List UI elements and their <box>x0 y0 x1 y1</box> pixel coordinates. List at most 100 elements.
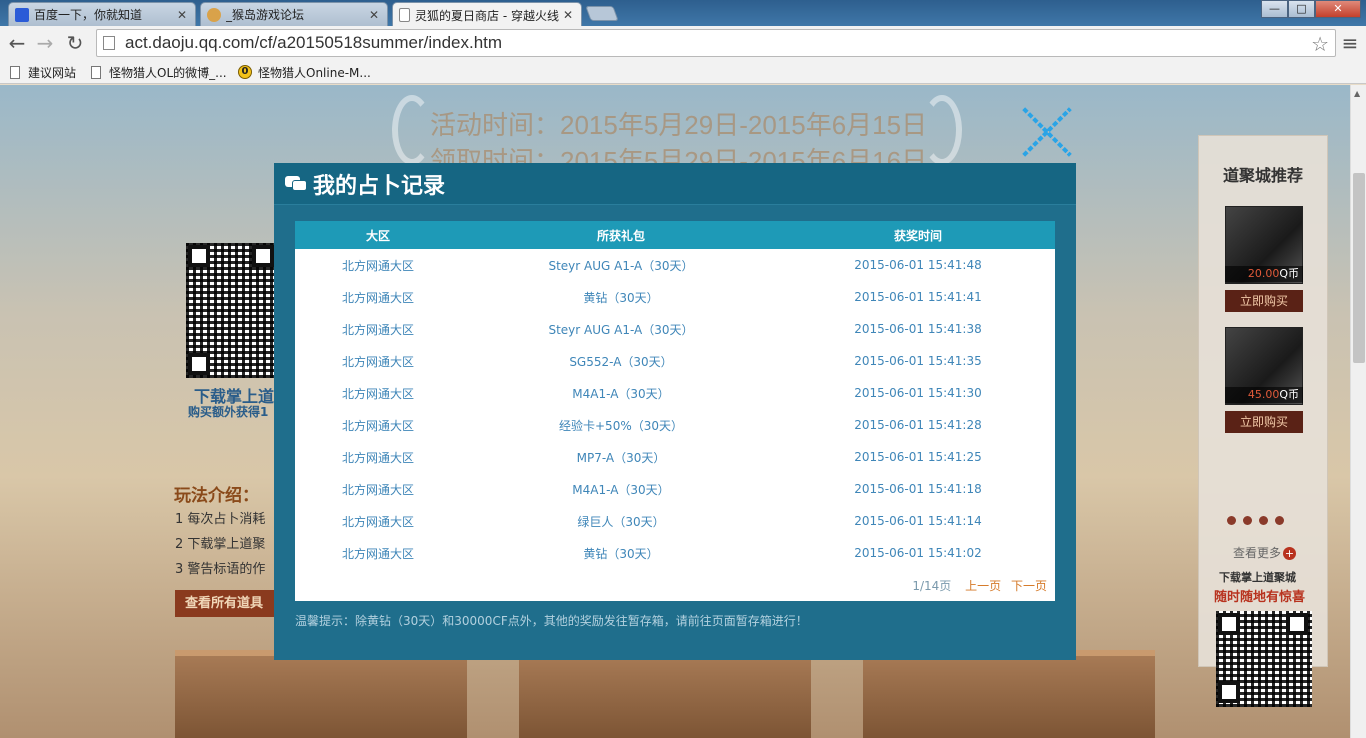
price-value: 20.00 <box>1247 267 1280 280</box>
cell-time: 2015-06-01 15:41:38 <box>854 322 982 336</box>
table-row: 北方网通大区 M4A1-A（30天） 2015-06-01 15:41:30 <box>295 377 1055 409</box>
laurel-right-decoration <box>922 95 962 165</box>
cell-prize: 黄钻（30天） <box>583 546 659 561</box>
sidebar-title: 道聚城推荐 <box>1223 166 1304 185</box>
cell-region: 北方网通大区 <box>341 450 414 465</box>
menu-icon[interactable]: ≡ <box>1340 30 1360 56</box>
cell-prize: 经验卡+50%（30天） <box>559 418 683 433</box>
address-bar[interactable]: act.daoju.qq.com/cf/a20150518summer/inde… <box>96 29 1336 57</box>
monkey-icon <box>207 7 221 22</box>
close-icon[interactable]: ✕ <box>175 8 189 22</box>
tab-strip: 百度一下，你就知道 ✕ _猴岛游戏论坛 ✕ 灵狐的夏日商店 - 穿越火线 ✕ —… <box>0 0 1366 27</box>
page-icon <box>10 65 20 79</box>
cell-prize: Steyr AUG A1-A（30天） <box>548 258 694 273</box>
cell-prize: 绿巨人（30天） <box>577 514 665 529</box>
tab-title: _猴岛游戏论坛 <box>226 8 305 22</box>
scroll-thumb[interactable] <box>1353 173 1365 363</box>
page-icon <box>103 36 115 50</box>
item-crate <box>519 650 811 738</box>
table-row: 北方网通大区 M4A1-A（30天） 2015-06-01 15:41:18 <box>295 473 1055 505</box>
dialog-header: 我的占卜记录 <box>274 163 1076 205</box>
tab-summer-shop[interactable]: 灵狐的夏日商店 - 穿越火线 ✕ <box>392 2 582 27</box>
tab-baidu[interactable]: 百度一下，你就知道 ✕ <box>8 2 196 26</box>
bookmark-label: 怪物猎人OL的微博_... <box>109 65 227 80</box>
cell-prize: SG552-A（30天） <box>569 354 673 369</box>
minimize-button[interactable]: — <box>1261 0 1288 18</box>
bookmark-label: 怪物猎人Online-M... <box>258 65 371 80</box>
cell-region: 北方网通大区 <box>341 354 414 369</box>
dialog-title: 我的占卜记录 <box>313 173 446 199</box>
tab-title: 百度一下，你就知道 <box>34 8 143 22</box>
cell-region: 北方网通大区 <box>341 322 414 337</box>
prev-page-link[interactable]: 上一页 <box>965 579 1001 593</box>
cell-prize: Steyr AUG A1-A（30天） <box>548 322 694 337</box>
price-unit: Q币 <box>1279 388 1299 401</box>
close-icon[interactable]: ✕ <box>367 8 381 22</box>
vertical-scrollbar[interactable]: ▲ <box>1350 85 1366 738</box>
plus-icon: + <box>1283 547 1297 560</box>
table-row: 北方网通大区 Steyr AUG A1-A（30天） 2015-06-01 15:4… <box>295 313 1055 345</box>
new-tab-button[interactable] <box>585 6 619 21</box>
buy-now-button[interactable]: 立即购买 <box>1225 411 1303 433</box>
cell-time: 2015-06-01 15:41:18 <box>854 482 982 496</box>
table-row: 北方网通大区 绿巨人（30天） 2015-06-01 15:41:14 <box>295 505 1055 537</box>
price-value: 45.00 <box>1247 388 1280 401</box>
item-crate <box>863 650 1155 738</box>
close-x-icon[interactable] <box>1018 103 1076 161</box>
page-viewport: 活动时间：2015年5月29日-2015年6月15日 领取时间：2015年5月2… <box>0 85 1350 738</box>
close-icon[interactable]: ✕ <box>561 8 575 22</box>
scroll-up-icon[interactable]: ▲ <box>1354 89 1360 98</box>
cell-prize: MP7-A（30天） <box>576 450 666 465</box>
carousel-dot[interactable] <box>1275 516 1284 525</box>
window-close-button[interactable]: ✕ <box>1315 0 1361 18</box>
see-more-link[interactable]: 查看更多 + <box>1233 544 1297 561</box>
cell-time: 2015-06-01 15:41:48 <box>854 258 982 272</box>
coin-icon: 0 <box>238 65 252 79</box>
cell-prize: 黄钻（30天） <box>583 290 659 305</box>
bookmark-star-icon[interactable]: ☆ <box>1311 32 1329 56</box>
cell-region: 北方网通大区 <box>341 482 414 497</box>
download-app-line2: 随时随地有惊喜 <box>1214 590 1306 605</box>
bookmarks-bar: 建议网站 怪物猎人OL的微博_... 0 怪物猎人Online-M... <box>0 60 1366 84</box>
cell-time: 2015-06-01 15:41:28 <box>854 418 982 432</box>
intro-line: 1 每次占卜消耗 <box>175 512 266 527</box>
item-crate <box>175 650 467 738</box>
bookmark-suggested-sites[interactable]: 建议网站 <box>10 63 76 81</box>
intro-line: 3 警告标语的作 <box>175 562 266 577</box>
cell-region: 北方网通大区 <box>341 386 414 401</box>
qr-code-image <box>186 243 278 378</box>
cell-prize: M4A1-A（30天） <box>572 386 670 401</box>
table-row: 北方网通大区 Steyr AUG A1-A（30天） 2015-06-01 15:4… <box>295 249 1055 281</box>
chat-bubble-icon <box>285 174 307 194</box>
cell-time: 2015-06-01 15:41:30 <box>854 386 982 400</box>
bookmark-mho-online[interactable]: 0 怪物猎人Online-M... <box>238 63 371 81</box>
maximize-button[interactable]: □ <box>1288 0 1315 18</box>
cell-prize: M4A1-A（30天） <box>572 482 670 497</box>
buy-now-button[interactable]: 立即购买 <box>1225 290 1303 312</box>
url-text[interactable]: act.daoju.qq.com/cf/a20150518summer/inde… <box>125 33 502 53</box>
see-more-label: 查看更多 <box>1233 546 1282 560</box>
tab-houdao[interactable]: _猴岛游戏论坛 ✕ <box>200 2 388 26</box>
gameplay-intro-title: 玩法介绍： <box>174 486 259 506</box>
forward-arrow-icon[interactable]: → <box>32 30 58 56</box>
carousel-dot[interactable] <box>1259 516 1268 525</box>
cell-time: 2015-06-01 15:41:14 <box>854 514 982 528</box>
carousel-dot[interactable] <box>1227 516 1236 525</box>
recommend-sidebar: 道聚城推荐 20.00Q币 立即购买 45.00Q币 立即购买 查看更多 + 下载… <box>1198 135 1328 707</box>
table-row: 北方网通大区 黄钻（30天） 2015-06-01 15:41:02 <box>295 537 1055 569</box>
records-table: 大区 所获礼包 获奖时间 北方网通大区 Steyr AUG A1-A（30天） 20… <box>295 221 1055 569</box>
bookmark-mho-weibo[interactable]: 怪物猎人OL的微博_... <box>91 63 227 81</box>
page-icon <box>91 65 101 79</box>
bookmark-label: 建议网站 <box>28 65 77 80</box>
column-header-prize: 所获礼包 <box>461 221 781 249</box>
carousel-dot[interactable] <box>1243 516 1252 525</box>
cell-time: 2015-06-01 15:41:35 <box>854 354 982 368</box>
view-all-items-button[interactable]: 查看所有道具 <box>175 590 275 617</box>
tab-title: 灵狐的夏日商店 - 穿越火线 <box>415 8 559 23</box>
reload-icon[interactable]: ↻ <box>62 30 88 56</box>
back-arrow-icon[interactable]: ← <box>4 30 30 56</box>
records-body: 北方网通大区 Steyr AUG A1-A（30天） 2015-06-01 15:4… <box>295 249 1055 569</box>
table-row: 北方网通大区 黄钻（30天） 2015-06-01 15:41:41 <box>295 281 1055 313</box>
activity-time-text: 活动时间：2015年5月29日-2015年6月15日 <box>430 110 928 140</box>
next-page-link[interactable]: 下一页 <box>1011 579 1047 593</box>
